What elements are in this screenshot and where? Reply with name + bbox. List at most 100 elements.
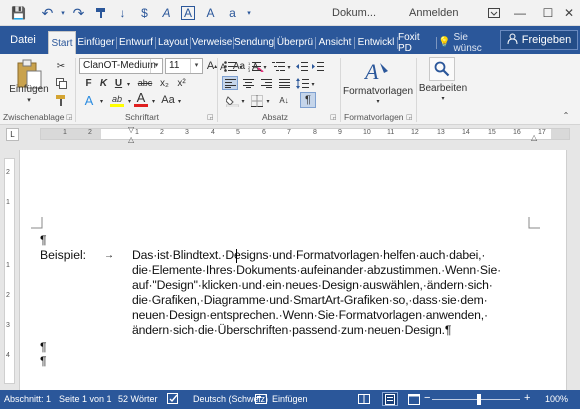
paste-label[interactable]: Einfügen (9, 84, 49, 95)
format-painter-icon[interactable] (90, 3, 111, 23)
bold-button[interactable]: F (82, 76, 95, 90)
arrow-down-icon[interactable]: ↓ (112, 3, 133, 23)
status-words[interactable]: 52 Wörter (118, 394, 158, 404)
chevron-down-icon[interactable]: ▾ (190, 59, 202, 73)
read-mode-icon[interactable] (356, 392, 372, 406)
text-effects-button[interactable]: A (80, 92, 98, 108)
right-indent-marker[interactable]: △ (531, 133, 537, 142)
save-icon[interactable]: 💾 (8, 3, 29, 23)
tab-start[interactable]: Start (48, 31, 76, 54)
undo-icon[interactable]: ↶ (37, 3, 58, 23)
font-size-combo[interactable]: 11 ▾ (165, 58, 203, 74)
copy-icon[interactable] (54, 76, 68, 90)
subscript-button[interactable]: x₂ (157, 76, 172, 90)
shading-paragraph-dropdown-icon[interactable]: ▾ (240, 96, 246, 106)
justify-button[interactable] (276, 76, 292, 90)
tab-developer[interactable]: Entwickl (355, 31, 397, 54)
sort-button[interactable]: A↓ (276, 93, 292, 108)
search-icon[interactable] (429, 57, 455, 81)
line-spacing-icon[interactable] (294, 76, 310, 90)
bullets-dropdown-icon[interactable]: ▾ (238, 62, 244, 72)
clear-format-icon[interactable]: A (200, 3, 221, 23)
tab-file[interactable]: Datei (0, 26, 46, 54)
underline-button[interactable]: U (112, 76, 125, 90)
superscript-button[interactable]: x² (174, 76, 189, 90)
font-color-dropdown-icon[interactable]: ▾ (150, 96, 157, 106)
align-left-button[interactable] (222, 76, 238, 90)
font-launcher-icon[interactable]: ◲ (207, 113, 214, 121)
format-painter-icon[interactable] (54, 93, 68, 107)
tell-me-search[interactable]: 💡 Sie wünsc (438, 31, 498, 54)
borders-dropdown-icon[interactable]: ▾ (265, 96, 271, 106)
numbering-icon[interactable]: 123 (246, 59, 262, 73)
zoom-slider-thumb[interactable] (477, 394, 481, 405)
tab-view[interactable]: Ansicht (316, 31, 354, 54)
dollar-icon[interactable]: $ (134, 3, 155, 23)
zoom-slider[interactable] (432, 399, 520, 400)
styles-launcher-icon[interactable]: ◲ (406, 113, 413, 121)
text-effects-dropdown-icon[interactable]: ▾ (98, 96, 105, 106)
macro-record-icon[interactable] (255, 393, 268, 407)
horizontal-ruler[interactable]: 1 2 1 2 3 4 5 6 7 8 9 10 11 12 13 14 15 … (40, 125, 570, 144)
clipboard-launcher-icon[interactable]: ◲ (66, 113, 73, 121)
share-button[interactable]: Freigeben (500, 30, 578, 50)
redo-icon[interactable]: ↷ (68, 3, 89, 23)
shading-paragraph-icon[interactable] (224, 93, 240, 108)
edit-dropdown-icon[interactable]: ▾ (439, 94, 447, 102)
line-spacing-dropdown-icon[interactable]: ▾ (310, 79, 316, 89)
numbering-dropdown-icon[interactable]: ▾ (262, 62, 268, 72)
edit-label[interactable]: Bearbeiten (416, 83, 470, 94)
proofing-icon[interactable] (167, 393, 180, 407)
align-center-button[interactable] (240, 76, 256, 90)
tab-design[interactable]: Entwurf (117, 31, 155, 54)
highlight-button[interactable]: ab (108, 92, 126, 108)
bullets-icon[interactable] (222, 59, 238, 73)
collapse-ribbon-icon[interactable]: ⌃ (560, 110, 572, 120)
zoom-in-button[interactable]: + (524, 392, 530, 404)
status-page[interactable]: Seite 1 von 1 (59, 394, 112, 404)
align-right-button[interactable] (258, 76, 274, 90)
tab-layout[interactable]: Layout (156, 31, 190, 54)
superscript-a-icon[interactable]: a (222, 3, 243, 23)
tab-foxit[interactable]: Foxit PD (398, 31, 436, 54)
multilevel-list-icon[interactable] (270, 59, 286, 73)
zoom-out-button[interactable]: − (424, 392, 430, 404)
tab-selector[interactable]: L (6, 128, 19, 141)
paragraph-launcher-icon[interactable]: ◲ (330, 113, 337, 121)
signin-link[interactable]: Anmelden (409, 7, 459, 19)
increase-indent-icon[interactable] (310, 59, 325, 73)
borders-icon[interactable] (249, 93, 265, 108)
styles-label[interactable]: Formatvorlagen (342, 86, 414, 97)
chevron-down-icon[interactable]: ▾ (59, 3, 67, 23)
hanging-indent-marker[interactable]: △ (128, 135, 134, 144)
close-button[interactable]: ✕ (558, 0, 580, 26)
cut-icon[interactable]: ✂ (54, 59, 68, 73)
multilevel-dropdown-icon[interactable]: ▾ (286, 62, 292, 72)
vertical-ruler[interactable]: 2 1 1 2 3 4 (4, 158, 15, 384)
chevron-down-icon[interactable]: ▾ (150, 59, 162, 73)
status-section[interactable]: Abschnitt: 1 (4, 394, 51, 404)
status-mode[interactable]: Einfügen (272, 394, 308, 404)
tab-references[interactable]: Verweise (191, 31, 233, 54)
shading-dropdown-icon[interactable]: ▾ (176, 96, 183, 106)
decrease-indent-icon[interactable] (294, 59, 309, 73)
strikethrough-button[interactable]: abc (136, 76, 154, 90)
font-name-combo[interactable]: ClanOT-Medium ▾ (79, 58, 163, 74)
shading-icon[interactable]: Aa (160, 92, 176, 108)
web-layout-icon[interactable] (406, 392, 422, 406)
styles-icon[interactable]: A (362, 58, 392, 84)
font-color-button[interactable]: A (132, 91, 150, 108)
font-a-icon[interactable]: A (156, 3, 177, 23)
italic-button[interactable]: K (97, 76, 110, 90)
styles-dropdown-icon[interactable]: ▾ (374, 97, 382, 105)
paste-dropdown-icon[interactable]: ▾ (24, 96, 34, 104)
zoom-level[interactable]: 100% (545, 394, 568, 404)
framed-a-icon[interactable]: A (181, 6, 195, 20)
print-layout-icon[interactable] (382, 392, 398, 406)
tab-insert[interactable]: Einfüger (76, 31, 116, 54)
underline-dropdown-icon[interactable]: ▾ (125, 78, 132, 90)
first-line-indent-marker[interactable]: ▽ (128, 125, 134, 134)
tab-mailings[interactable]: Sendung (234, 31, 274, 54)
tab-review[interactable]: Überprü (275, 31, 315, 54)
customize-qat-icon[interactable]: ▾ (244, 3, 254, 23)
